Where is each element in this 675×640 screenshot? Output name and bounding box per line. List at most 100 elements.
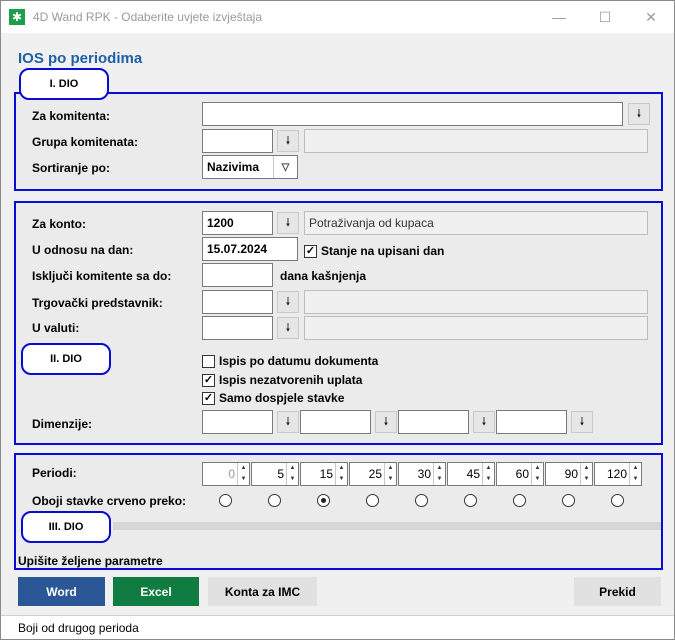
oboji-label: Oboji stavke crveno preko: [32,494,187,508]
u-odnosu-label: U odnosu na dan: [32,243,134,257]
period-spinner[interactable]: 5 ▲ ▼ [251,462,299,486]
section-3-badge: III. DIO [21,511,111,543]
za-konto-lookup-icon[interactable]: 🠗 [277,212,299,234]
period-value: 60 [515,467,529,481]
dimenzija-2-lookup-icon[interactable]: 🠗 [375,411,397,433]
u-valuti-lookup-icon[interactable]: 🠗 [277,317,299,339]
period-spinner[interactable]: 15 ▲ ▼ [300,462,348,486]
period-value: 0 [228,467,235,481]
minimize-button[interactable]: — [536,1,582,33]
period-spinner[interactable]: 90 ▲ ▼ [545,462,593,486]
page-title: IOS po periodima [18,50,143,67]
ispis-datum-check-icon [202,354,215,368]
dimenzije-label: Dimenzije: [32,417,93,431]
grupa-input[interactable] [202,129,273,153]
spinner-arrows-icon[interactable]: ▲ ▼ [580,463,592,485]
trgovacki-lookup-icon[interactable]: 🠗 [277,291,299,313]
stanje-checkbox[interactable]: ✓ Stanje na upisani dan [304,244,444,258]
dospjele-checkbox[interactable]: ✓ Samo dospjele stavke [202,391,344,405]
excel-button[interactable]: Excel [113,577,199,606]
grupa-description [304,129,648,153]
trgovacki-input[interactable] [202,290,273,314]
u-valuti-input[interactable] [202,316,273,340]
hint-text: Upišite željene parametre [18,554,163,568]
za-konto-description: Potraživanja od kupaca [304,211,648,235]
section-1-badge: I. DIO [19,68,109,100]
za-konto-label: Za konto: [32,217,86,231]
iskljuci-input[interactable] [202,263,273,287]
period-value: 120 [606,467,627,481]
ispis-uplata-checkbox[interactable]: ✓ Ispis nezatvorenih uplata [202,373,362,387]
color-threshold-radio[interactable] [611,494,624,507]
status-text: Boji od drugog perioda [18,621,139,635]
za-konto-input[interactable]: 1200 [202,211,273,235]
ispis-uplata-check-icon: ✓ [202,373,215,387]
spinner-arrows-icon[interactable]: ▲ ▼ [433,463,445,485]
za-komitenta-lookup-icon[interactable]: 🠗 [628,103,650,125]
dospjele-check-icon: ✓ [202,391,215,405]
u-valuti-description [304,316,648,340]
period-value: 5 [277,467,284,481]
period-spinner[interactable]: 45 ▲ ▼ [447,462,495,486]
u-odnosu-date-input[interactable]: 15.07.2024 [202,237,298,261]
window-title: 4D Wand RPK - Odaberite uvjete izvještaj… [33,10,262,24]
dimenzija-4-lookup-icon[interactable]: 🠗 [571,411,593,433]
sortiranje-label: Sortiranje po: [32,161,111,175]
u-valuti-label: U valuti: [32,321,80,335]
spinner-arrows-icon[interactable]: ▲ ▼ [482,463,494,485]
main-window: ✱ 4D Wand RPK - Odaberite uvjete izvješt… [0,0,675,640]
section-2-badge: II. DIO [21,343,111,375]
dana-kasnjenja-label: dana kašnjenja [280,269,367,283]
spinner-arrows-icon[interactable]: ▲ ▼ [237,463,249,485]
spinner-arrows-icon[interactable]: ▲ ▼ [335,463,347,485]
word-button[interactable]: Word [18,577,105,606]
dimenzija-3-input[interactable] [398,410,469,434]
color-threshold-radio[interactable] [415,494,428,507]
grupa-label: Grupa komitenata: [32,135,139,149]
spinner-arrows-icon[interactable]: ▲ ▼ [629,463,641,485]
period-value: 15 [319,467,333,481]
color-threshold-radio[interactable] [317,494,330,507]
ispis-datum-checkbox[interactable]: Ispis po datumu dokumenta [202,354,378,368]
dimenzija-3-lookup-icon[interactable]: 🠗 [473,411,495,433]
color-threshold-radio[interactable] [513,494,526,507]
konta-imc-button[interactable]: Konta za IMC [208,577,317,606]
maximize-button[interactable]: ☐ [582,1,628,33]
title-bar: ✱ 4D Wand RPK - Odaberite uvjete izvješt… [1,1,674,33]
dimenzija-1-lookup-icon[interactable]: 🠗 [277,411,299,433]
sortiranje-select[interactable]: Nazivima ▽ [202,155,298,179]
color-threshold-radio[interactable] [268,494,281,507]
dospjele-label: Samo dospjele stavke [219,391,345,405]
trgovacki-description [304,290,648,314]
spinner-arrows-icon[interactable]: ▲ ▼ [531,463,543,485]
ispis-datum-label: Ispis po datumu dokumenta [219,354,379,368]
iskljuci-label: Isključi komitente sa do: [32,269,172,283]
color-threshold-radio[interactable] [366,494,379,507]
ispis-uplata-label: Ispis nezatvorenih uplata [219,373,363,387]
period-spinner[interactable]: 120 ▲ ▼ [594,462,642,486]
spinner-arrows-icon[interactable]: ▲ ▼ [384,463,396,485]
chevron-down-icon[interactable]: ▽ [273,156,297,178]
prekid-button[interactable]: Prekid [574,577,661,606]
period-value: 30 [417,467,431,481]
period-spinner[interactable]: 30 ▲ ▼ [398,462,446,486]
spinner-arrows-icon[interactable]: ▲ ▼ [286,463,298,485]
color-threshold-radio[interactable] [464,494,477,507]
period-value: 90 [564,467,578,481]
close-button[interactable]: ✕ [628,1,674,33]
period-spinner[interactable]: 60 ▲ ▼ [496,462,544,486]
dimenzija-1-input[interactable] [202,410,273,434]
progress-track [113,522,661,530]
trgovacki-label: Trgovački predstavnik: [32,296,163,310]
color-threshold-radio[interactable] [562,494,575,507]
color-threshold-radio[interactable] [219,494,232,507]
period-value: 45 [466,467,480,481]
sortiranje-value: Nazivima [207,160,260,174]
za-komitenta-label: Za komitenta: [32,109,111,123]
dimenzija-2-input[interactable] [300,410,371,434]
period-spinner[interactable]: 25 ▲ ▼ [349,462,397,486]
za-komitenta-input[interactable] [202,102,623,126]
period-spinner[interactable]: 0 ▲ ▼ [202,462,250,486]
grupa-lookup-icon[interactable]: 🠗 [277,130,299,152]
dimenzija-4-input[interactable] [496,410,567,434]
